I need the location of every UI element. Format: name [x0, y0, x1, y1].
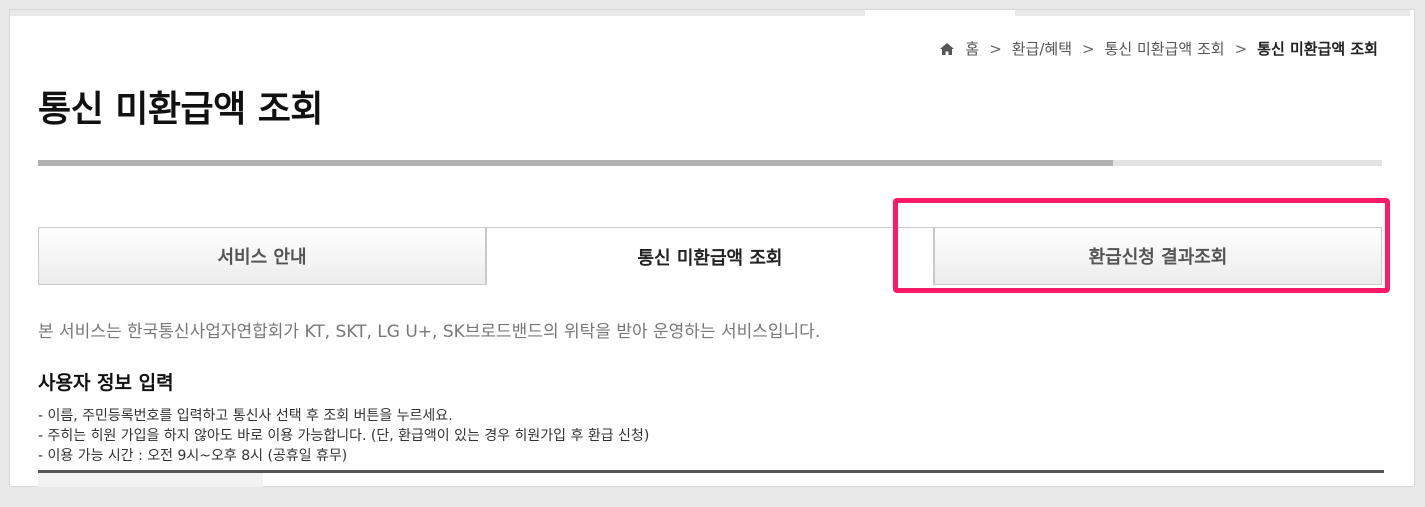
chevron-right-icon: >	[989, 39, 1002, 58]
form-label-cell	[38, 473, 263, 487]
chevron-right-icon: >	[1082, 39, 1095, 58]
tab-service-guide[interactable]: 서비스 안내	[38, 227, 486, 285]
breadcrumb: 홈 > 환급/혜택 > 통신 미환급액 조회 > 통신 미환급액 조회	[939, 38, 1378, 59]
home-icon[interactable]	[939, 42, 955, 56]
tab-refund-result[interactable]: 환급신청 결과조회	[934, 227, 1382, 285]
page-title: 통신 미환급액 조회	[38, 89, 324, 130]
instruction-item: - 이름, 주민등록번호를 입력하고 통신사 선택 후 조회 버튼을 누르세요.	[38, 408, 453, 424]
progress-fill	[38, 160, 1114, 166]
breadcrumb-item-telecom[interactable]: 통신 미환급액 조회	[1105, 38, 1225, 59]
tab-unrefunded-lookup[interactable]: 통신 미환급액 조회	[486, 227, 934, 285]
breadcrumb-item-current: 통신 미환급액 조회	[1257, 40, 1378, 58]
top-strip	[10, 10, 1414, 16]
tab-bar: 서비스 안내 통신 미환급액 조회 환급신청 결과조회	[38, 227, 1382, 287]
breadcrumb-item-home[interactable]: 홈	[965, 38, 979, 59]
content-panel: 홈 > 환급/혜택 > 통신 미환급액 조회 > 통신 미환급액 조회 통신 미…	[9, 9, 1415, 487]
breadcrumb-item-refund[interactable]: 환급/혜택	[1012, 38, 1072, 59]
progress-bar	[38, 160, 1382, 166]
instruction-list: - 이름, 주민등록번호를 입력하고 통신사 선택 후 조회 버튼을 누르세요.…	[38, 406, 649, 466]
section-title: 사용자 정보 입력	[38, 372, 174, 394]
chevron-right-icon: >	[1234, 39, 1248, 58]
instruction-item: - 이용 가능 시간 : 오전 9시~오후 8시 (공휴일 휴무)	[38, 448, 348, 464]
instruction-item: - 주히는 히원 가입을 하지 않아도 바로 이용 가능합니다. (단, 환급액…	[38, 428, 650, 444]
service-description: 본 서비스는 한국통신사업자연합회가 KT, SKT, LG U+, SK브로드…	[38, 322, 821, 342]
